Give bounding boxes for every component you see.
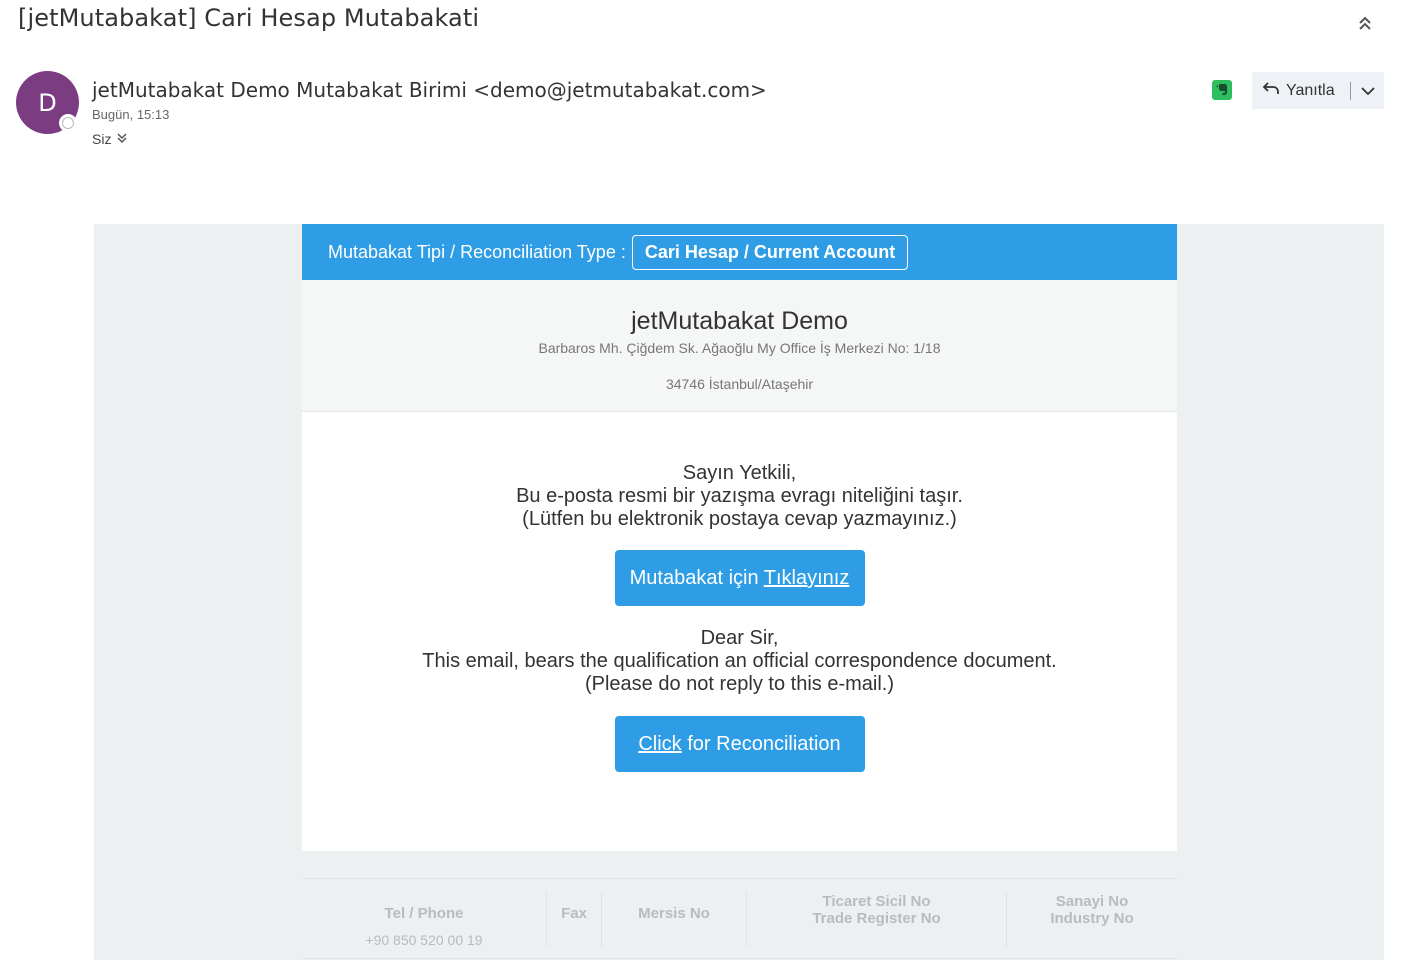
email-subject: [jetMutabakat] Cari Hesap Mutabakati: [18, 4, 480, 32]
reconcile-button-tr-text: Mutabakat için: [629, 567, 764, 589]
company-header: jetMutabakat Demo Barbaros Mh. Çiğdem Sk…: [302, 280, 1177, 412]
presence-status-icon: [59, 114, 77, 132]
recipients: Siz: [92, 131, 127, 147]
double-chevron-down-icon[interactable]: [117, 132, 127, 147]
reply-button[interactable]: Yanıtla: [1252, 72, 1350, 109]
footer-tel-label: Tel / Phone: [384, 905, 464, 922]
sent-date: Bugün, 15:13: [92, 107, 170, 122]
company-name: jetMutabakat Demo: [631, 307, 848, 335]
message-body: Sayın Yetkili, Bu e-posta resmi bir yazı…: [302, 412, 1177, 851]
reply-button-group: Yanıtla: [1252, 72, 1384, 109]
reconcile-link-en[interactable]: Click: [638, 733, 681, 755]
footer-mersis-label: Mersis No: [638, 905, 710, 922]
footer-industry-label-1: Sanayi No: [1055, 893, 1129, 910]
reconcile-button-en[interactable]: Click for Reconciliation: [614, 716, 865, 772]
email-card: Mutabakat Tipi / Reconciliation Type : C…: [302, 224, 1177, 851]
footer-industry: Sanayi No Industry No: [1007, 891, 1177, 947]
company-address: Barbaros Mh. Çiğdem Sk. Ağaoğlu My Offic…: [538, 340, 941, 356]
reconciliation-type-label: Mutabakat Tipi / Reconciliation Type :: [328, 241, 626, 262]
double-chevron-up-icon: [1354, 10, 1376, 34]
footer-industry-label-2: Industry No: [1050, 910, 1134, 927]
reconciliation-type-badge: Cari Hesap / Current Account: [631, 234, 909, 270]
tr-greeting: Sayın Yetkili,: [682, 462, 797, 484]
chevron-down-icon: [1360, 81, 1375, 100]
reply-label: Yanıtla: [1286, 81, 1335, 99]
collapse-header-button[interactable]: [1354, 10, 1376, 34]
tr-line-2: (Lütfen bu elektronik postaya cevap yazm…: [522, 508, 957, 530]
en-line-1: This email, bears the qualification an o…: [422, 650, 1057, 672]
en-greeting: Dear Sir,: [700, 627, 779, 649]
footer-tel-value: +90 850 520 00 19: [365, 932, 483, 948]
reply-dropdown-button[interactable]: [1351, 72, 1384, 109]
recipient-label: Siz: [92, 131, 112, 147]
reconcile-button-tr[interactable]: Mutabakat için Tıklayınız: [614, 550, 865, 606]
footer-tel: Tel / Phone +90 850 520 00 19: [302, 891, 547, 948]
reconciliation-type-bar: Mutabakat Tipi / Reconciliation Type : C…: [302, 224, 1177, 280]
sender-name[interactable]: jetMutabakat Demo Mutabakat Birimi <demo…: [92, 78, 767, 102]
reply-arrow-icon: [1262, 80, 1280, 101]
footer-fax-label: Fax: [561, 905, 587, 922]
footer-fax: Fax: [547, 891, 602, 947]
footer-trade-label-2: Trade Register No: [812, 910, 941, 927]
avatar-initial: D: [38, 88, 57, 117]
company-info-footer: Tel / Phone +90 850 520 00 19 Fax Mersis…: [302, 878, 1177, 959]
evernote-icon[interactable]: [1212, 80, 1232, 100]
tr-line-1: Bu e-posta resmi bir yazışma evragı nite…: [516, 485, 963, 507]
en-line-2: (Please do not reply to this e-mail.): [584, 673, 895, 695]
footer-trade-label-1: Ticaret Sicil No: [822, 893, 931, 910]
reconcile-button-en-text: for Reconciliation: [681, 733, 841, 755]
footer-trade-register: Ticaret Sicil No Trade Register No: [747, 891, 1007, 947]
sender-avatar[interactable]: D: [16, 71, 79, 134]
footer-mersis: Mersis No: [602, 891, 747, 947]
company-city: 34746 İstanbul/Ataşehir: [665, 376, 814, 392]
reconcile-link-tr[interactable]: Tıklayınız: [764, 567, 850, 589]
